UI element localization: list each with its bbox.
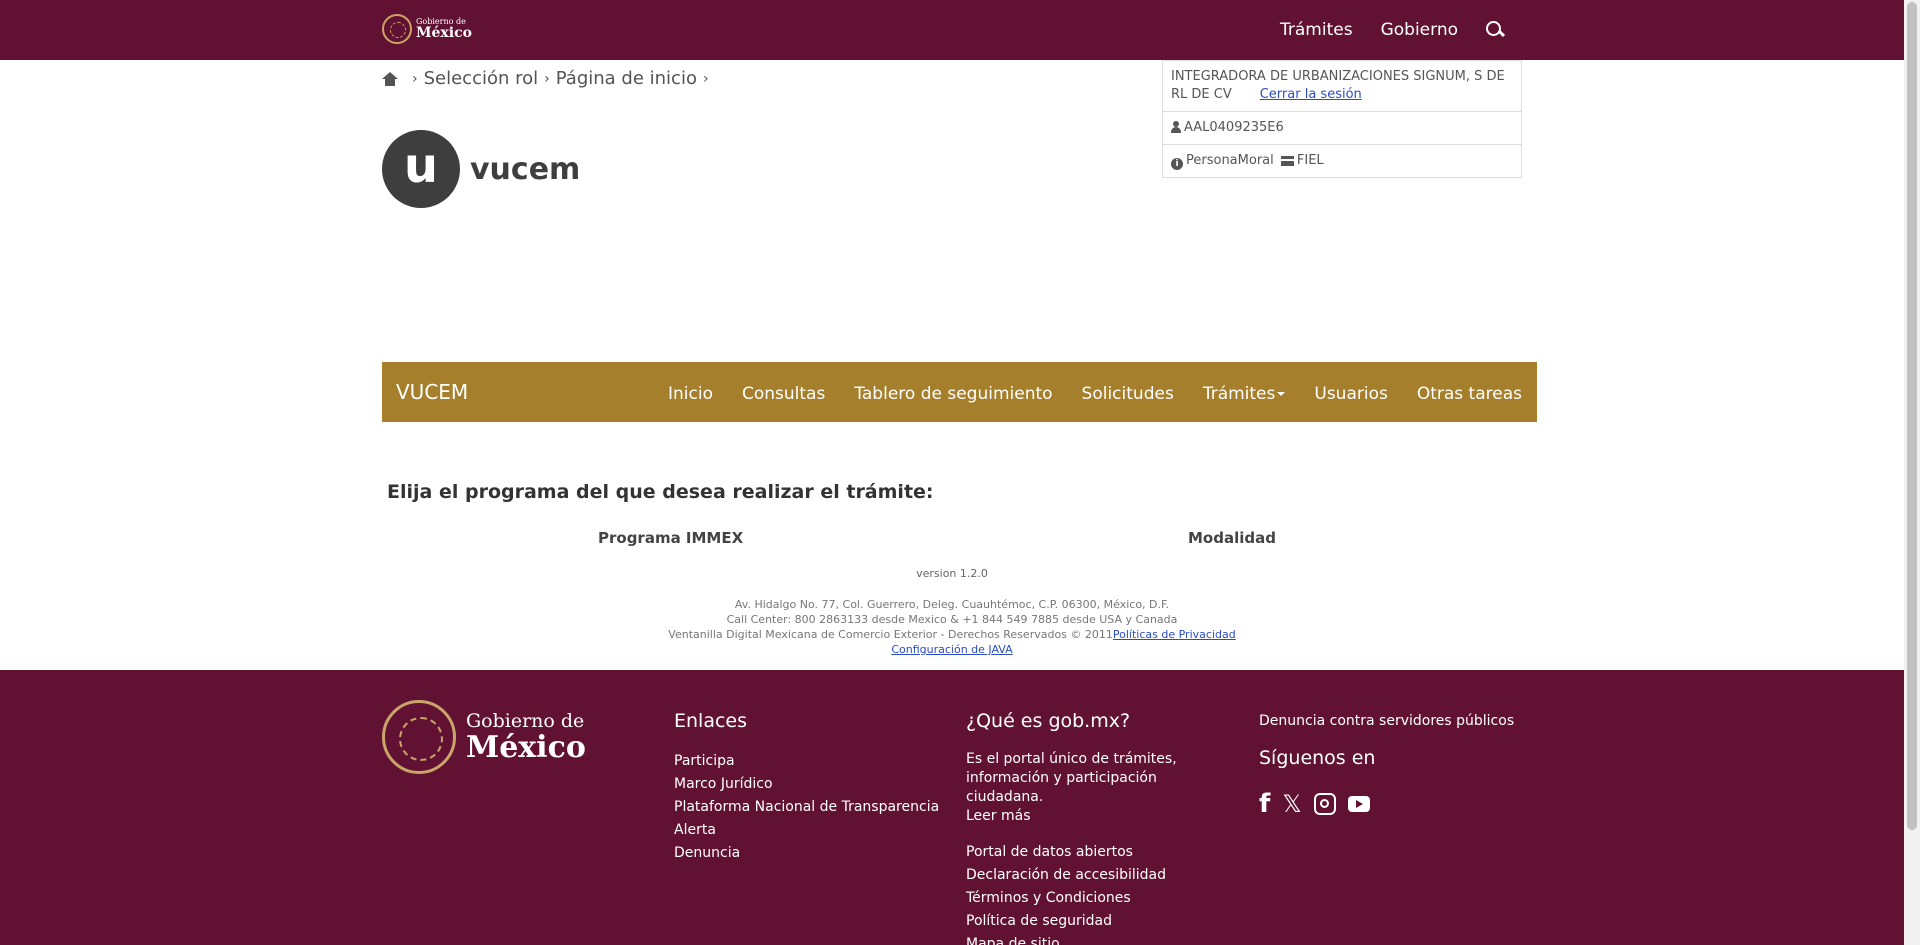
session-rfc-row: AAL0409235E6 [1163,112,1521,145]
breadcrumb: › Selección rol › Página de inicio › [382,68,715,89]
session-box: INTEGRADORA DE URBANIZACIONES SIGNUM, S … [1162,60,1522,178]
link-marco-juridico[interactable]: Marco Jurídico [674,773,939,796]
privacy-link[interactable]: Políticas de Privacidad [1113,628,1236,641]
link-terminos[interactable]: Términos y Condiciones [966,887,1226,910]
callcenter-line: Call Center: 800 2863133 desde Mexico & … [726,613,1178,626]
page-title: Elija el programa del que desea realizar… [387,481,934,503]
youtube-icon[interactable] [1347,796,1370,812]
search-icon[interactable] [1486,21,1504,39]
breadcrumb-seleccion-rol[interactable]: Selección rol [424,68,539,89]
session-company-row: INTEGRADORA DE URBANIZACIONES SIGNUM, S … [1163,61,1521,112]
column-header-programa: Programa IMMEX [598,529,744,547]
footer: Gobierno de México Enlaces Participa Mar… [0,670,1904,945]
nav-tramites-dropdown[interactable]: Trámites [1203,384,1286,404]
breadcrumb-pagina-inicio[interactable]: Página de inicio [556,68,697,89]
vucem-logo: u vucem [382,130,580,208]
chevron-right-icon: › [412,70,418,87]
footer-logo-big: México [466,729,586,765]
nav-tramites-label: Trámites [1202,384,1276,404]
facebook-icon[interactable]: f [1259,789,1270,819]
top-bar: Gobierno de México Trámites Gobierno [0,0,1904,60]
user-icon [1171,121,1181,133]
nav-otras-tareas[interactable]: Otras tareas [1417,384,1522,404]
social-links: f 𝕏 [1259,789,1514,819]
footer-social: Denuncia contra servidores públicos Sígu… [1259,710,1514,819]
column-header-modalidad: Modalidad [1188,529,1276,547]
nav-solicitudes[interactable]: Solicitudes [1082,384,1174,404]
top-nav: Trámites Gobierno [1252,20,1504,40]
link-mapa-sitio[interactable]: Mapa de sitio [966,933,1226,945]
main-navbar: VUCEM Inicio Consultas Tablero de seguim… [382,362,1537,422]
enlaces-title: Enlaces [674,710,748,732]
link-transparencia[interactable]: Plataforma Nacional de Transparencia [674,796,939,819]
footer-info: Av. Hidalgo No. 77, Col. Guerrero, Deleg… [0,597,1904,657]
footer-gobierno-logo[interactable]: Gobierno de México [382,700,586,774]
address-line: Av. Hidalgo No. 77, Col. Guerrero, Deleg… [734,598,1170,611]
seal-icon [382,14,412,44]
nav-tramites[interactable]: Trámites [1280,20,1353,40]
nav-tablero[interactable]: Tablero de seguimiento [854,384,1052,404]
scrollbar-thumb[interactable] [1907,2,1917,830]
vucem-logo-mark: u [382,130,460,208]
chevron-right-icon: › [544,70,550,87]
link-denuncia[interactable]: Denuncia [674,842,939,865]
x-twitter-icon[interactable]: 𝕏 [1282,790,1301,818]
nav-inicio[interactable]: Inicio [668,384,713,404]
auth-type: FIEL [1296,153,1324,168]
seal-icon [382,700,456,774]
navbar-brand[interactable]: VUCEM [396,380,468,404]
nav-consultas[interactable]: Consultas [742,384,825,404]
copyright-line: Ventanilla Digital Mexicana de Comercio … [668,628,1113,641]
link-participa[interactable]: Participa [674,750,939,773]
que-es-text: Es el portal único de trámites, informac… [966,751,1177,805]
que-es-title: ¿Qué es gob.mx? [966,710,1131,732]
caret-down-icon [1277,392,1286,396]
footer-logo-small: Gobierno de [466,709,585,732]
nav-usuarios[interactable]: Usuarios [1314,384,1387,404]
version-text: version 1.2.0 [916,567,988,580]
rfc-value: AAL0409235E6 [1184,120,1284,135]
siguenos-title: Síguenos en [1259,747,1376,769]
logout-link[interactable]: Cerrar la sesión [1260,87,1362,102]
vucem-logo-word: vucem [470,151,581,187]
session-type-row: i PersonaMoral FIEL [1163,145,1521,177]
vertical-scrollbar[interactable] [1904,0,1920,945]
id-card-icon [1280,156,1294,166]
footer-que-es: ¿Qué es gob.mx? Es el portal único de tr… [966,710,1226,945]
logo-big-text: México [416,25,472,41]
link-denuncia-servidores[interactable]: Denuncia contra servidores públicos [1259,713,1514,729]
instagram-icon[interactable] [1313,793,1336,815]
persona-type: PersonaMoral [1186,153,1274,168]
nav-gobierno[interactable]: Gobierno [1381,20,1458,40]
link-seguridad[interactable]: Política de seguridad [966,910,1226,933]
footer-enlaces: Enlaces Participa Marco Jurídico Platafo… [674,710,939,865]
home-icon[interactable] [382,71,398,86]
leer-mas-link[interactable]: Leer más [966,808,1031,824]
link-alerta[interactable]: Alerta [674,819,939,842]
info-icon: i [1171,158,1183,170]
java-config-link[interactable]: Configuración de JAVA [891,643,1012,656]
link-accesibilidad[interactable]: Declaración de accesibilidad [966,864,1226,887]
chevron-right-icon: › [702,70,709,87]
link-datos-abiertos[interactable]: Portal de datos abiertos [966,841,1226,864]
gobierno-logo[interactable]: Gobierno de México [382,14,472,44]
